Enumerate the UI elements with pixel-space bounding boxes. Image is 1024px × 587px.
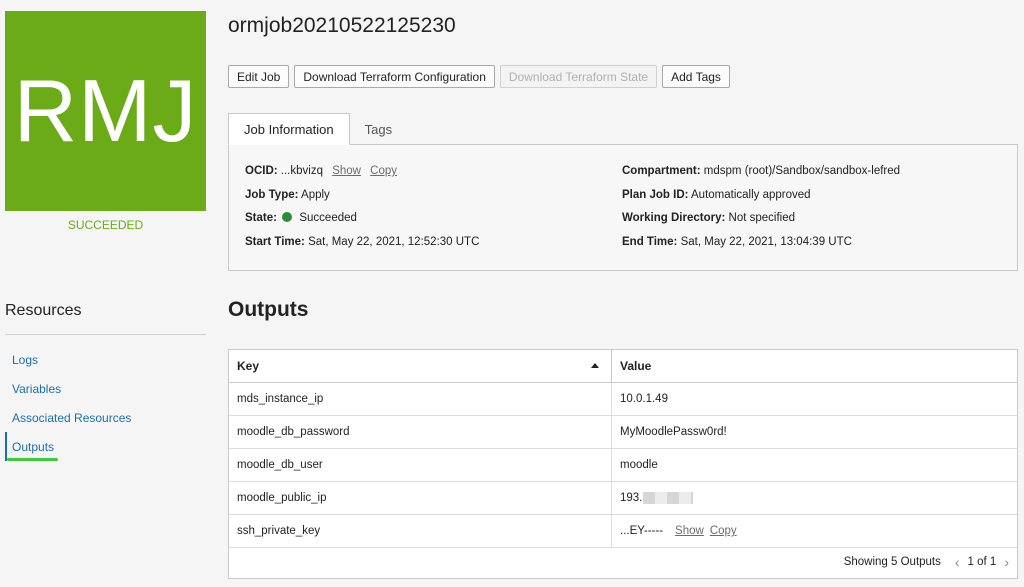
redacted-ip-mask	[643, 492, 694, 504]
plan-job-id-value: Automatically approved	[691, 189, 811, 201]
plan-job-id-label: Plan Job ID:	[622, 189, 689, 201]
ocid-row: OCID: ...kbvizq Show Copy	[245, 165, 397, 177]
table-row: ssh_private_key ...EY----- Show Copy	[229, 515, 1017, 548]
compartment-row: Compartment: mdspm (root)/Sandbox/sandbo…	[622, 165, 900, 177]
state-row: State: Succeeded	[245, 212, 357, 224]
action-toolbar: Edit Job Download Terraform Configuratio…	[228, 65, 730, 88]
compartment-value: mdspm (root)/Sandbox/sandbox-lefred	[703, 165, 901, 177]
end-time-label: End Time:	[622, 236, 678, 248]
start-time-row: Start Time: Sat, May 22, 2021, 12:52:30 …	[245, 236, 479, 248]
key-column-header[interactable]: Key	[229, 350, 612, 382]
start-time-label: Start Time:	[245, 236, 305, 248]
job-type-label: Job Type:	[245, 189, 299, 201]
table-row: moodle_public_ip 193.	[229, 482, 1017, 515]
end-time-value: Sat, May 22, 2021, 13:04:39 UTC	[680, 236, 852, 248]
chevron-left-icon[interactable]: ‹	[955, 554, 960, 570]
value-column-label: Value	[620, 359, 652, 373]
page-indicator: 1 of 1	[967, 556, 997, 568]
output-value-cell: ...EY----- Show Copy	[612, 515, 1017, 547]
resources-heading: Resources	[5, 302, 82, 319]
job-type-row: Job Type: Apply	[245, 189, 330, 201]
sidebar-item-variables[interactable]: Variables	[5, 374, 206, 403]
table-row: mds_instance_ip 10.0.1.49	[229, 383, 1017, 416]
page-title: ormjob20210522125230	[228, 14, 456, 37]
resources-nav: Logs Variables Associated Resources Outp…	[5, 345, 206, 461]
plan-job-id-row: Plan Job ID: Automatically approved	[622, 189, 811, 201]
ssh-key-show-link[interactable]: Show	[675, 525, 704, 537]
value-column-header[interactable]: Value	[612, 350, 1017, 382]
table-footer: Showing 5 Outputs ‹ 1 of 1 ›	[229, 546, 1017, 578]
job-logo-tile: RMJ	[5, 11, 206, 211]
output-key-cell: moodle_db_password	[229, 416, 612, 448]
ssh-key-copy-link[interactable]: Copy	[710, 525, 737, 537]
output-key-cell: moodle_db_user	[229, 449, 612, 481]
ocid-value: ...kbvizq	[280, 165, 323, 177]
ocid-copy-link[interactable]: Copy	[370, 165, 397, 177]
table-header: Key Value	[229, 350, 1017, 383]
results-count: Showing 5 Outputs	[843, 556, 941, 568]
output-key-cell: moodle_public_ip	[229, 482, 612, 514]
output-value-cell: moodle	[620, 459, 658, 471]
start-time-value: Sat, May 22, 2021, 12:52:30 UTC	[308, 236, 480, 248]
table-row: moodle_db_user moodle	[229, 449, 1017, 482]
tab-job-information[interactable]: Job Information	[228, 113, 350, 145]
end-time-row: End Time: Sat, May 22, 2021, 13:04:39 UT…	[622, 236, 852, 248]
output-key-cell: ssh_private_key	[229, 515, 612, 547]
sidebar-item-logs[interactable]: Logs	[5, 345, 206, 374]
public-ip-value: 193.	[620, 492, 643, 504]
state-value: Succeeded	[299, 212, 357, 224]
output-value-cell: 10.0.1.49	[620, 393, 668, 405]
working-directory-value: Not specified	[728, 212, 795, 224]
sidebar-item-outputs[interactable]: Outputs	[5, 432, 206, 461]
output-key-cell: mds_instance_ip	[229, 383, 612, 415]
add-tags-button[interactable]: Add Tags	[662, 65, 730, 88]
working-directory-label: Working Directory:	[622, 212, 726, 224]
outputs-highlight-underline	[7, 458, 58, 461]
output-value-cell: MyMoodlePassw0rd!	[620, 426, 727, 438]
detail-tabs: Job Information Tags	[228, 113, 407, 145]
compartment-label: Compartment:	[622, 165, 701, 177]
outputs-table: Key Value mds_instance_ip 10.0.1.49 mood…	[228, 349, 1018, 579]
tab-tags[interactable]: Tags	[350, 113, 407, 145]
download-terraform-state-button[interactable]: Download Terraform State	[499, 65, 658, 88]
job-status-label: SUCCEEDED	[67, 218, 144, 232]
ocid-show-link[interactable]: Show	[332, 165, 361, 177]
sort-ascending-icon[interactable]	[591, 363, 599, 368]
working-directory-row: Working Directory: Not specified	[622, 212, 795, 224]
outputs-title: Outputs	[228, 298, 309, 321]
key-column-label: Key	[237, 359, 260, 373]
output-value-cell: 193.	[612, 482, 1017, 514]
chevron-right-icon[interactable]: ›	[1004, 554, 1009, 570]
sidebar-item-associated-resources[interactable]: Associated Resources	[5, 403, 206, 432]
table-row: moodle_db_password MyMoodlePassw0rd!	[229, 416, 1017, 449]
job-type-value: Apply	[301, 189, 330, 201]
ssh-key-value: ...EY-----	[620, 525, 664, 537]
download-terraform-config-button[interactable]: Download Terraform Configuration	[294, 65, 495, 88]
ocid-label: OCID:	[245, 165, 278, 177]
state-label: State:	[245, 212, 277, 224]
state-indicator-icon	[282, 212, 293, 222]
resources-divider	[5, 334, 206, 335]
logo-text: RMJ	[13, 61, 198, 160]
job-information-panel: OCID: ...kbvizq Show Copy Job Type: Appl…	[228, 144, 1018, 271]
edit-job-button[interactable]: Edit Job	[228, 65, 290, 88]
